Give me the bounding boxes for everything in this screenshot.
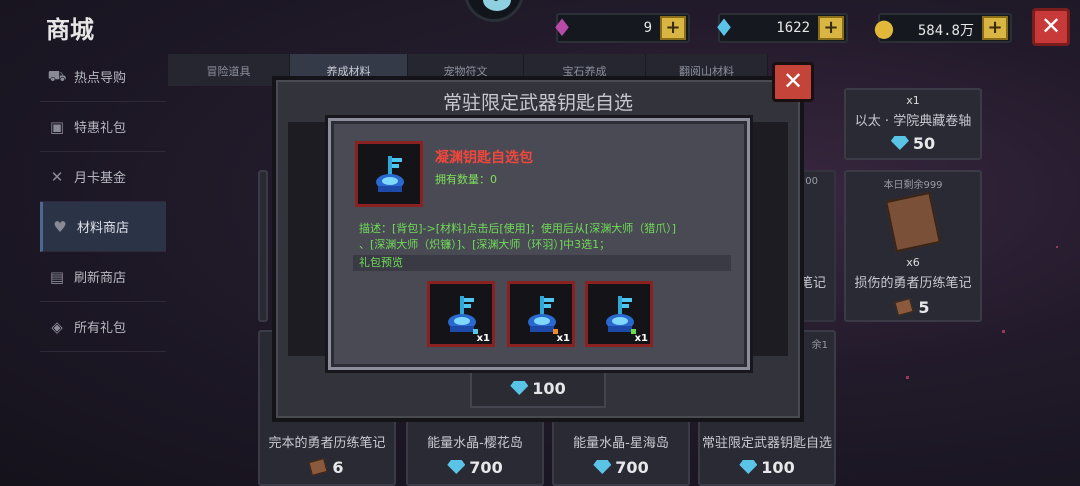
close-shop-button[interactable]: ✕ (1032, 8, 1070, 46)
background-star (1056, 246, 1058, 248)
item-price[interactable]: 700 (552, 458, 690, 477)
cart-icon: ⛟ (47, 66, 67, 85)
blue-gem-value: 1622 (776, 20, 810, 36)
reward-slot[interactable]: x1 (585, 281, 653, 347)
abyss-key-icon (376, 156, 404, 192)
modal-title: 常驻限定武器钥匙自选 (442, 92, 633, 114)
purple-gem-icon: ♦ (551, 14, 573, 42)
abyss-key-icon (528, 296, 556, 332)
shop-item-card[interactable]: 本日剩余999 x6 损伤的勇者历练笔记 5 (844, 170, 982, 322)
sidebar-item-label: 特惠礼包 (74, 121, 127, 136)
sidebar-item-hot[interactable]: ⛟ 热点导购 (40, 52, 166, 102)
sidebar-item-label: 月卡基金 (74, 171, 127, 186)
gold-coin-counter: ● 584.8万 + (874, 13, 1012, 43)
pack-preview-dialog: 凝渊钥匙自选包 拥有数量：0 描述：[背包]->[材料]点击后[使用]；使用后从… (328, 118, 750, 370)
blue-gem-icon: ♦ (713, 14, 735, 42)
sidebar-item-refresh[interactable]: ▤ 刷新商店 (40, 252, 166, 302)
blue-gem-icon (593, 460, 612, 474)
daily-limit: 本日剩余999 (883, 180, 943, 191)
item-price[interactable]: 6 (258, 458, 396, 477)
background-star (1002, 330, 1005, 333)
item-quantity: x6 (906, 256, 920, 269)
preview-label: 礼包预览 (353, 255, 731, 271)
item-price[interactable]: 5 (846, 298, 980, 317)
notebook-currency-icon (894, 298, 914, 316)
notebook-currency-icon (308, 458, 328, 476)
sidebar-item-monthly[interactable]: ✕ 月卡基金 (40, 152, 166, 202)
item-price[interactable]: 50 (846, 134, 980, 153)
pack-owned-count: 拥有数量：0 (435, 173, 497, 186)
gold-coin-value: 584.8万 (917, 23, 974, 39)
blue-gem-icon (447, 460, 466, 474)
reward-slot[interactable]: x1 (427, 281, 495, 347)
reward-slot[interactable]: x1 (507, 281, 575, 347)
shop-item-card[interactable] (258, 170, 268, 322)
item-name: 以太 · 学院典藏卷轴 (854, 114, 972, 129)
diamond-icon: ◈ (51, 317, 63, 336)
sidebar-item-all-packs[interactable]: ◈ 所有礼包 (40, 302, 166, 352)
item-name: 能量水晶-星海岛 (573, 436, 669, 451)
description-line: 描述：[背包]->[材料]点击后[使用]；使用后从[深渊大师（猎爪）] (359, 222, 677, 235)
shop-title: 商城 (46, 16, 94, 44)
sidebar-item-label: 热点导购 (74, 71, 127, 86)
reward-quantity: x1 (476, 333, 490, 344)
gold-coin-icon: ● (873, 14, 895, 42)
add-purple-gem-button[interactable]: + (660, 16, 686, 40)
gift-icon: ▣ (49, 117, 65, 136)
purple-gem-value: 9 (643, 20, 652, 36)
blue-gem-counter: ♦ 1622 + (713, 13, 848, 43)
background-star (906, 376, 909, 379)
item-price[interactable]: 700 (406, 458, 544, 477)
purchase-button[interactable]: 100 (470, 370, 606, 408)
refresh-icon: ▤ (49, 267, 65, 286)
damaged-notebook-icon (885, 191, 941, 253)
sidebar-item-label: 刷新商店 (74, 271, 127, 286)
item-quantity: x1 (906, 94, 920, 107)
blue-gem-icon (739, 460, 758, 474)
purple-gem-counter: ♦ 9 + (551, 13, 690, 43)
player-avatar[interactable] (464, 0, 524, 22)
shop-item-card[interactable]: x1 以太 · 学院典藏卷轴 50 (844, 88, 982, 160)
abyss-key-icon (606, 296, 634, 332)
item-name: 完本的勇者历练笔记 (268, 436, 386, 451)
reward-quantity: x1 (556, 333, 570, 344)
item-name: 损伤的勇者历练笔记 (854, 276, 972, 291)
sidebar-item-deals[interactable]: ▣ 特惠礼包 (40, 102, 166, 152)
pack-icon-frame (355, 141, 423, 207)
close-modal-button[interactable]: ✕ (772, 62, 814, 102)
item-name: 能量水晶-樱花岛 (427, 436, 523, 451)
sidebar-item-label: 所有礼包 (74, 321, 127, 336)
swords-icon: ✕ (50, 167, 64, 186)
reward-quantity: x1 (634, 333, 648, 344)
pack-description: 描述：[背包]->[材料]点击后[使用]；使用后从[深渊大师（猎爪）] 、[深渊… (359, 221, 729, 253)
sidebar: ⛟ 热点导购 ▣ 特惠礼包 ✕ 月卡基金 ♥ 材料商店 ▤ 刷新商店 ◈ 所有礼包 (40, 52, 166, 352)
sidebar-item-label: 材料商店 (77, 221, 130, 236)
sidebar-item-materials[interactable]: ♥ 材料商店 (40, 202, 166, 252)
description-line: 、[深渊大师（炽镰）]、[深渊大师（环羽）]中3选1； (359, 238, 611, 251)
add-blue-gem-button[interactable]: + (818, 16, 844, 40)
abyss-key-icon (448, 296, 476, 332)
blue-gem-icon (510, 381, 529, 395)
item-price[interactable]: 100 (698, 458, 836, 477)
add-gold-coin-button[interactable]: + (982, 16, 1008, 40)
blue-gem-icon (890, 136, 909, 150)
pack-name: 凝渊钥匙自选包 (435, 150, 533, 166)
item-name: 常驻限定武器钥匙自选 (701, 436, 832, 451)
heart-gem-icon: ♥ (53, 217, 67, 236)
